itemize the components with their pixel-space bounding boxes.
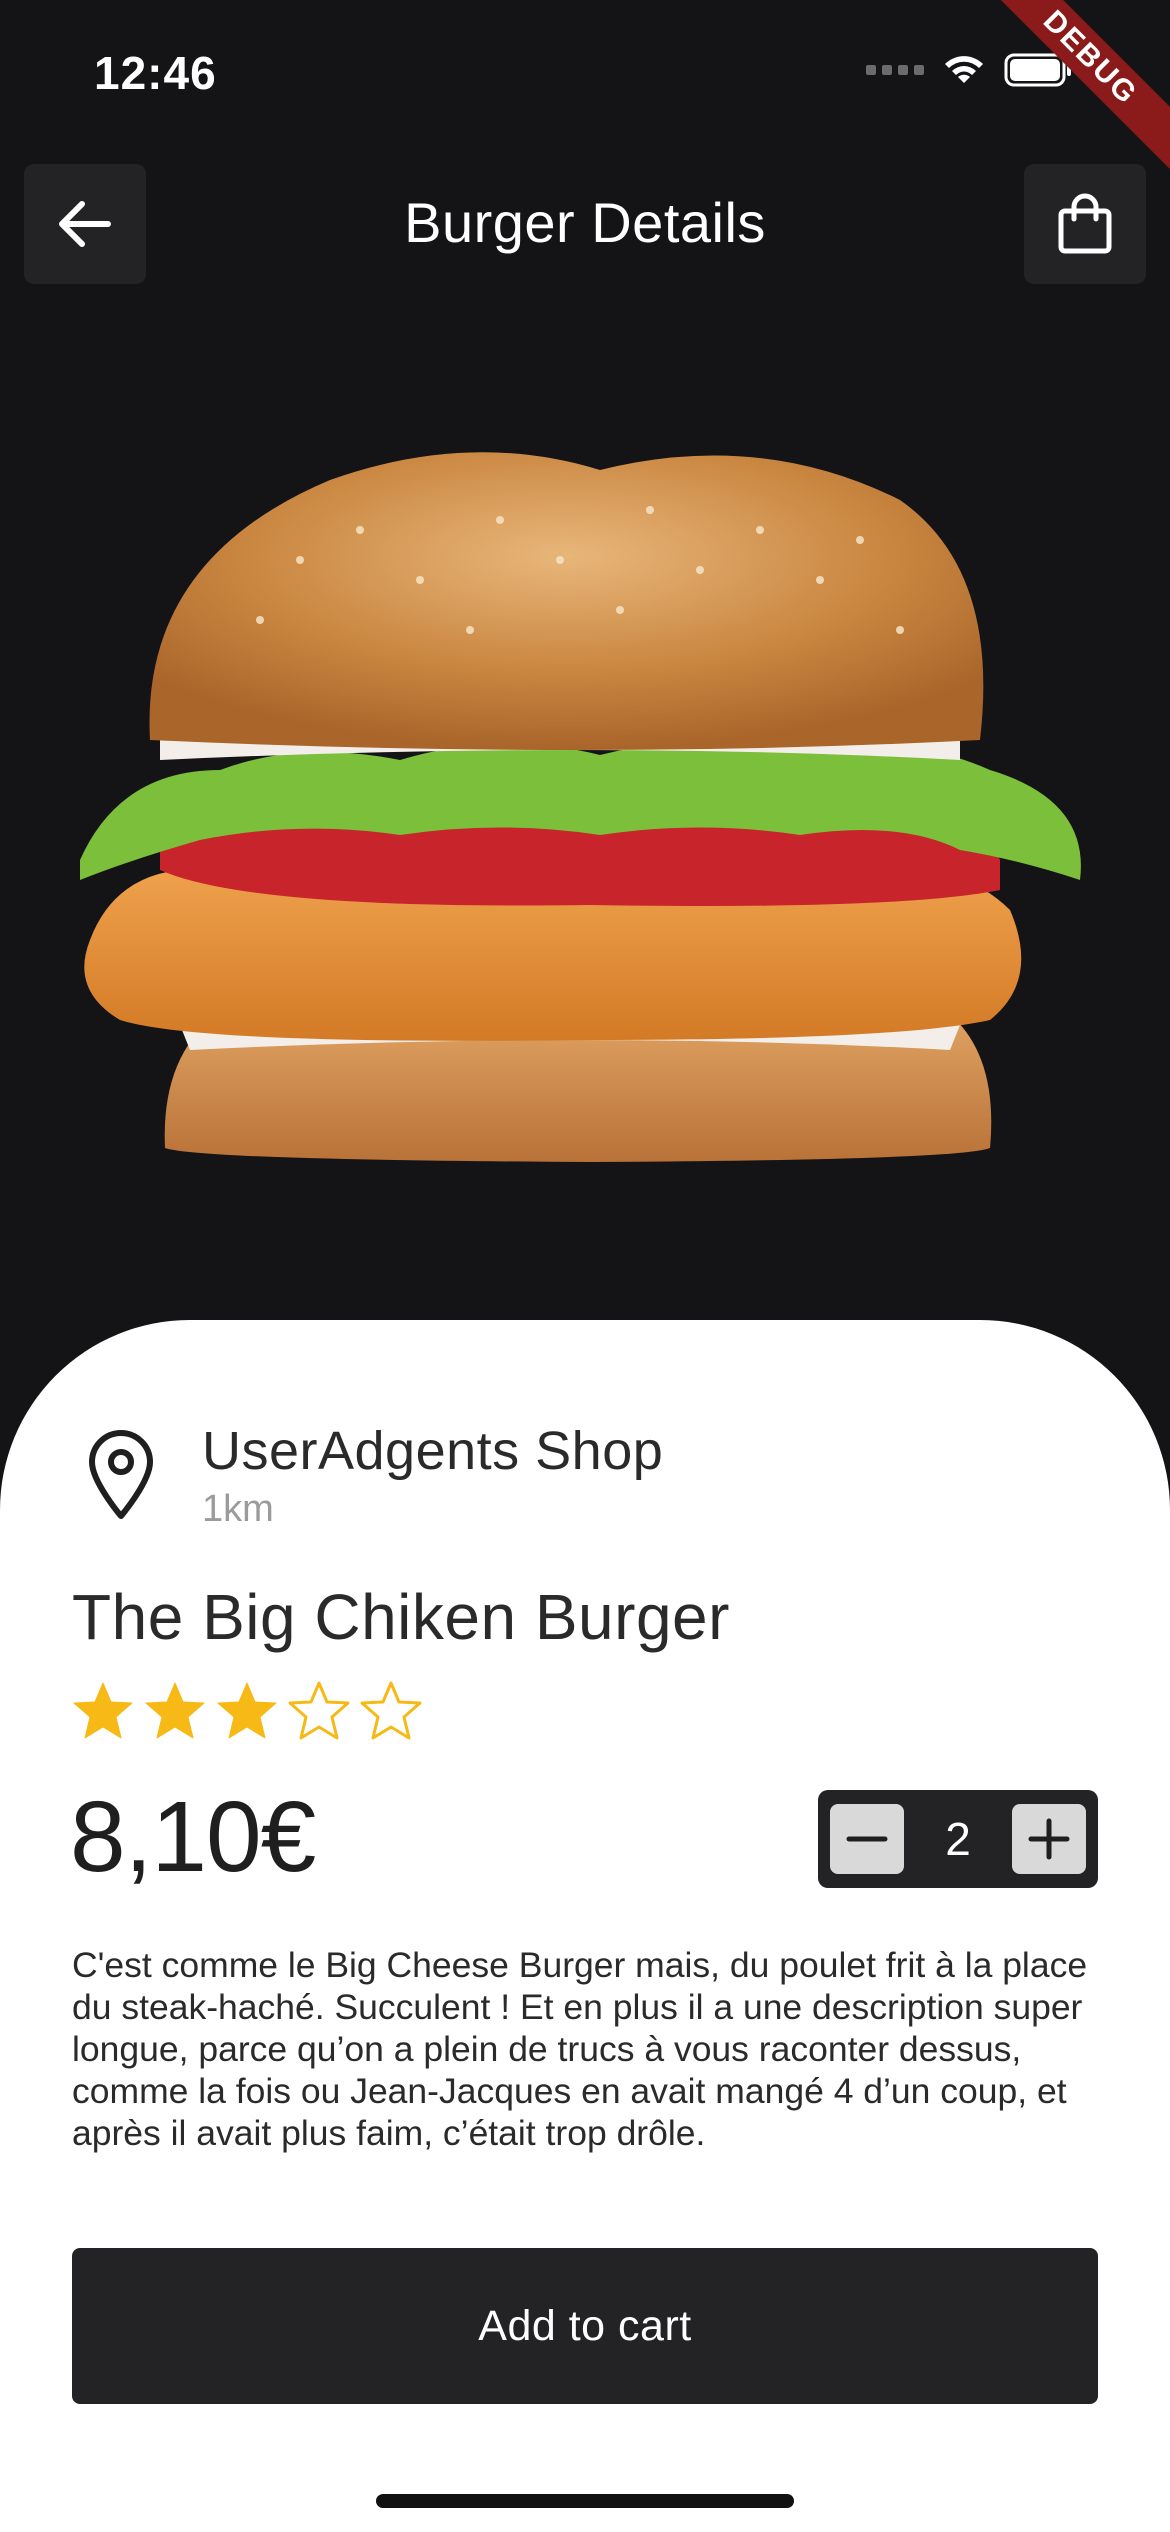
home-indicator <box>376 2494 794 2508</box>
decrement-button[interactable] <box>830 1804 904 1874</box>
shop-distance: 1km <box>202 1488 274 1530</box>
header: Burger Details <box>0 160 1170 284</box>
shop-text: UserAdgents Shop 1km <box>202 1420 663 1531</box>
star-filled-icon <box>73 1682 133 1739</box>
rating-stars <box>72 1680 422 1742</box>
shop-info[interactable]: UserAdgents Shop 1km <box>86 1420 663 1531</box>
wifi-icon <box>945 56 983 83</box>
location-pin-icon <box>89 1430 153 1519</box>
status-bar: 12:46 DEBUG <box>0 0 1170 180</box>
page-title: Burger Details <box>404 191 766 254</box>
details-sheet: UserAdgents Shop 1km The Big Chiken Burg… <box>0 1320 1170 2532</box>
cart-button[interactable] <box>1024 164 1146 284</box>
quantity-stepper: 2 <box>818 1790 1098 1888</box>
minus-icon <box>846 1836 888 1842</box>
add-to-cart-button[interactable]: Add to cart <box>72 2248 1098 2404</box>
shopping-bag-icon <box>1058 193 1112 254</box>
burger-image <box>0 440 1170 1180</box>
debug-banner: DEBUG <box>968 0 1170 180</box>
shop-name: UserAdgents Shop <box>202 1421 664 1481</box>
cellular-signal-icon <box>866 65 924 75</box>
increment-button[interactable] <box>1012 1804 1086 1874</box>
product-price: 8,10€ <box>70 1781 316 1893</box>
plus-icon <box>1028 1818 1070 1860</box>
status-time: 12:46 <box>94 47 217 99</box>
star-filled-icon <box>217 1682 277 1739</box>
product-description: C'est comme le Big Cheese Burger mais, d… <box>72 1945 1088 2153</box>
star-outline-icon <box>360 1681 422 1740</box>
star-outline-icon <box>288 1681 350 1740</box>
product-name: The Big Chiken Burger <box>72 1581 730 1653</box>
quantity-value: 2 <box>945 1813 971 1865</box>
burger-illustration <box>80 452 1081 1162</box>
star-filled-icon <box>145 1682 205 1739</box>
status-icons <box>866 52 1074 88</box>
